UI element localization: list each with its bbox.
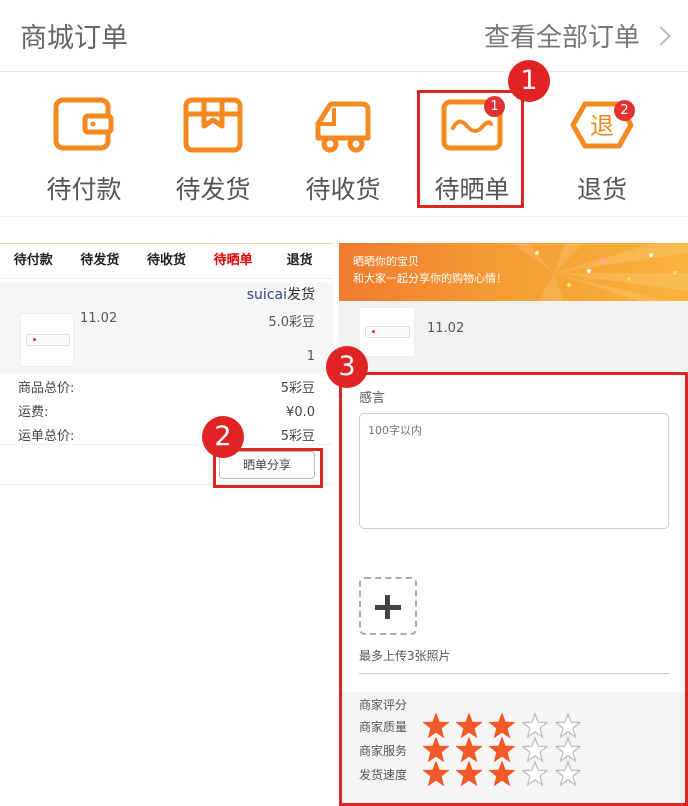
goods-quantity: 1 xyxy=(306,349,315,364)
tab-returns[interactable]: 退货 xyxy=(266,244,333,278)
tab-pending-review[interactable]: 待晒单 xyxy=(200,244,267,278)
highlight-box-review-form xyxy=(339,372,688,806)
svg-text:退: 退 xyxy=(590,112,614,140)
confetti xyxy=(673,271,677,275)
orders-header: 商城订单 查看全部订单 xyxy=(0,0,688,72)
tab-pending-payment[interactable]: 待付款 xyxy=(0,244,67,278)
banner-line-2: 和大家一起分享你的购物心情！ xyxy=(353,272,507,285)
review-goods-item: 11.02 xyxy=(339,301,688,363)
view-all-label: 查看全部订单 xyxy=(483,23,640,53)
order-tabs: 待付款 待发货 待收货 待晒单 退货 xyxy=(0,243,333,279)
page-title: 商城订单 xyxy=(20,23,128,54)
box-icon xyxy=(183,97,243,153)
banner-line-1: 晒晒你的宝贝 xyxy=(353,255,419,268)
confetti xyxy=(535,251,539,255)
goods-name: 11.02 xyxy=(427,321,465,336)
status-pending-payment[interactable]: 待付款 xyxy=(24,72,144,217)
summary-value: 5彩豆 xyxy=(280,381,315,396)
order-status-row: 待付款 待发货 待收货 1 待晒单 退 2 退货 xyxy=(0,72,688,217)
status-label: 待发货 xyxy=(175,175,251,204)
goods-price: 5.0彩豆 xyxy=(268,315,315,330)
view-all-orders-link[interactable]: 查看全部订单 xyxy=(483,17,671,54)
banner-text: 晒晒你的宝贝 和大家一起分享你的购物心情！ xyxy=(353,253,507,287)
product-thumbnail xyxy=(20,313,74,367)
summary-value: ¥0.0 xyxy=(286,405,315,420)
confetti xyxy=(567,283,571,287)
truck-icon xyxy=(315,101,371,153)
tab-pending-shipment[interactable]: 待发货 xyxy=(67,244,134,278)
summary-row: 商品总价: 5彩豆 xyxy=(0,377,333,401)
order-summary: 商品总价: 5彩豆 运费: ¥0.0 运单总价: 5彩豆 xyxy=(0,373,333,445)
status-pending-receipt[interactable]: 待收货 xyxy=(283,72,403,217)
status-returns[interactable]: 退 2 退货 xyxy=(542,72,662,217)
summary-label: 运费: xyxy=(18,405,49,420)
goods-item[interactable]: 11.02 5.0彩豆 1 xyxy=(0,307,333,373)
highlight-box-review-icon xyxy=(417,90,524,208)
status-pending-shipment[interactable]: 待发货 xyxy=(153,72,273,217)
review-banner: 晒晒你的宝贝 和大家一起分享你的购物心情！ xyxy=(339,243,688,301)
air-conditioner-image xyxy=(26,334,70,346)
confetti xyxy=(627,277,631,281)
shop-status: 发货 xyxy=(287,287,315,303)
notification-badge: 2 xyxy=(614,100,635,121)
confetti xyxy=(649,253,653,257)
wallet-icon xyxy=(53,97,114,151)
shop-row: suicai发货 xyxy=(0,283,333,307)
step-marker-1: 1 xyxy=(508,60,550,102)
shop-name: suicai xyxy=(246,287,287,303)
confetti xyxy=(601,259,605,263)
summary-row: 运费: ¥0.0 xyxy=(0,401,333,425)
status-label: 待付款 xyxy=(46,175,122,204)
confetti xyxy=(587,269,591,273)
goods-name: 11.02 xyxy=(80,311,118,326)
step-marker-3: 3 xyxy=(326,346,368,388)
status-label: 退货 xyxy=(576,175,627,204)
air-conditioner-image xyxy=(365,326,410,338)
chevron-right-icon xyxy=(651,25,671,46)
product-thumbnail xyxy=(359,307,415,357)
step-marker-2: 2 xyxy=(202,416,244,458)
status-label: 待收货 xyxy=(305,175,381,204)
summary-label: 商品总价: xyxy=(18,381,75,396)
tab-pending-receipt[interactable]: 待收货 xyxy=(133,244,200,278)
